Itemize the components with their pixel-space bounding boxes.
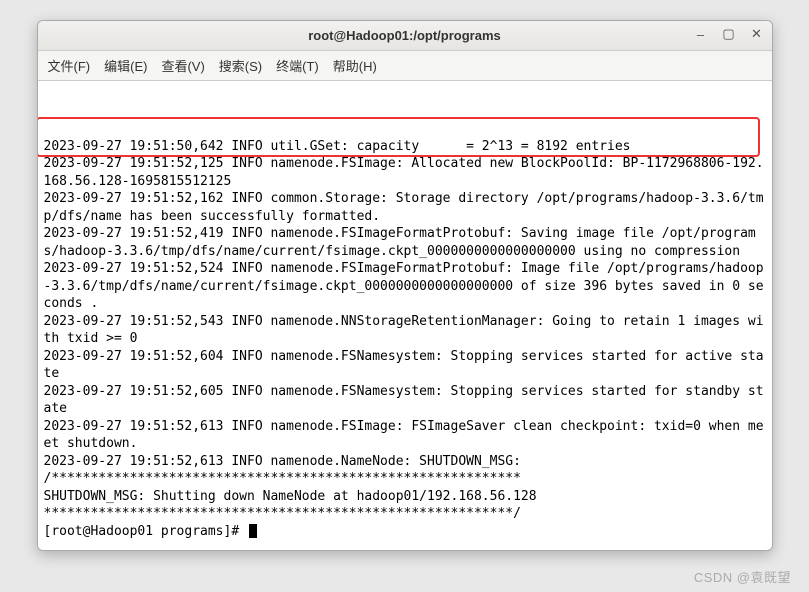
terminal-line: 2023-09-27 19:51:52,605 INFO namenode.FS… xyxy=(44,383,766,418)
maximize-button[interactable]: ▢ xyxy=(720,25,738,43)
minimize-button[interactable]: ‒ xyxy=(692,25,710,43)
titlebar: root@Hadoop01:/opt/programs ‒ ▢ ✕ xyxy=(38,21,772,51)
terminal-line: 2023-09-27 19:51:52,604 INFO namenode.FS… xyxy=(44,348,766,383)
cursor xyxy=(249,524,257,538)
terminal-line: 2023-09-27 19:51:52,419 INFO namenode.FS… xyxy=(44,225,766,260)
terminal-line: 2023-09-27 19:51:52,125 INFO namenode.FS… xyxy=(44,155,766,190)
terminal-line: SHUTDOWN_MSG: Shutting down NameNode at … xyxy=(44,488,766,506)
terminal-line: 2023-09-27 19:51:52,613 INFO namenode.FS… xyxy=(44,418,766,453)
terminal-output[interactable]: 2023-09-27 19:51:50,642 INFO util.GSet: … xyxy=(38,81,772,550)
menu-help[interactable]: 帮助(H) xyxy=(327,54,383,77)
terminal-line: 2023-09-27 19:51:52,613 INFO namenode.Na… xyxy=(44,453,766,471)
close-button[interactable]: ✕ xyxy=(748,25,766,43)
menu-view[interactable]: 查看(V) xyxy=(155,54,210,77)
terminal-line: 2023-09-27 19:51:52,543 INFO namenode.NN… xyxy=(44,313,766,348)
window-title: root@Hadoop01:/opt/programs xyxy=(308,28,501,43)
menu-file[interactable]: 文件(F) xyxy=(42,54,97,77)
window-controls: ‒ ▢ ✕ xyxy=(692,25,766,43)
watermark: CSDN @袁既望 xyxy=(694,567,791,586)
menubar: 文件(F) 编辑(E) 查看(V) 搜索(S) 终端(T) 帮助(H) xyxy=(38,51,772,81)
menu-search[interactable]: 搜索(S) xyxy=(213,54,268,77)
prompt-text: [root@Hadoop01 programs]# xyxy=(44,523,248,541)
terminal-line: 2023-09-27 19:51:52,162 INFO common.Stor… xyxy=(44,190,766,225)
menu-edit[interactable]: 编辑(E) xyxy=(98,54,153,77)
terminal-line: 2023-09-27 19:51:52,524 INFO namenode.FS… xyxy=(44,260,766,313)
prompt-line[interactable]: [root@Hadoop01 programs]# xyxy=(44,523,766,541)
menu-terminal[interactable]: 终端(T) xyxy=(270,54,325,77)
terminal-line: ****************************************… xyxy=(44,505,766,523)
terminal-line: 2023-09-27 19:51:50,642 INFO util.GSet: … xyxy=(44,138,766,156)
terminal-line: /***************************************… xyxy=(44,470,766,488)
terminal-window: root@Hadoop01:/opt/programs ‒ ▢ ✕ 文件(F) … xyxy=(37,20,773,551)
